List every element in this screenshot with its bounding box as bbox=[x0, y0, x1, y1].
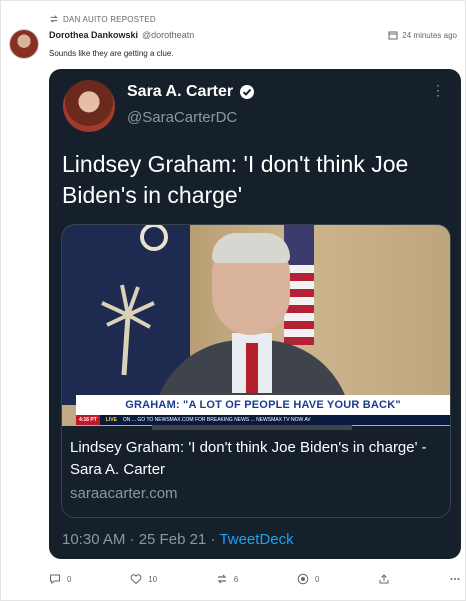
share-button[interactable] bbox=[378, 573, 390, 585]
heart-icon bbox=[130, 574, 142, 585]
like-count: 10 bbox=[148, 574, 158, 584]
views-count: 0 bbox=[315, 574, 320, 584]
views-icon bbox=[297, 573, 309, 585]
author-line: Dorothea Dankowski @dorotheatn bbox=[49, 30, 194, 40]
link-preview-card[interactable]: GRAHAM: "A LOT OF PEOPLE HAVE YOUR BACK"… bbox=[61, 224, 451, 518]
like-button[interactable]: 10 bbox=[130, 573, 157, 585]
verified-badge-icon bbox=[240, 85, 255, 99]
tweet-author-name: Sara A. Carter bbox=[127, 83, 234, 100]
repost-icon bbox=[50, 15, 58, 23]
more-actions-button[interactable] bbox=[449, 573, 461, 585]
more-icon bbox=[450, 578, 460, 580]
link-title[interactable]: Lindsey Graham: 'I don't think Joe Biden… bbox=[70, 437, 442, 481]
post-card: DAN AUITO REPOSTED Dorothea Dankowski @d… bbox=[0, 0, 466, 601]
tweet-text: Lindsey Graham: 'I don't think Joe Biden… bbox=[62, 151, 409, 208]
author-avatar[interactable] bbox=[9, 29, 39, 59]
author-name[interactable]: Dorothea Dankowski bbox=[49, 30, 138, 40]
timestamp-text: 24 minutes ago bbox=[402, 30, 457, 40]
calendar-icon bbox=[388, 31, 398, 40]
tweet-handle[interactable]: @SaraCarterDC bbox=[127, 109, 237, 126]
more-options-icon[interactable]: ⋮ bbox=[431, 83, 445, 97]
tweet-author[interactable]: Sara A. Carter bbox=[127, 83, 255, 101]
person-hair bbox=[212, 233, 290, 263]
comment-button[interactable]: 0 bbox=[49, 573, 71, 585]
tweet-time[interactable]: 10:30 AM · 25 Feb 21 · bbox=[62, 531, 215, 548]
author-handle[interactable]: @dorotheatn bbox=[142, 30, 194, 40]
post-timestamp[interactable]: 24 minutes ago bbox=[388, 30, 457, 40]
comment-icon bbox=[50, 574, 60, 584]
link-domain[interactable]: saraacarter.com bbox=[70, 485, 178, 502]
views-button[interactable]: 0 bbox=[297, 573, 319, 585]
tweet-meta: 10:30 AM · 25 Feb 21 · TweetDeck bbox=[62, 531, 294, 548]
post-text: Sounds like they are getting a clue. bbox=[49, 49, 174, 58]
repost-label: DAN AUITO REPOSTED bbox=[63, 14, 156, 24]
embedded-tweet[interactable]: Sara A. Carter @SaraCarterDC ⋮ Lindsey G… bbox=[49, 69, 461, 559]
ticker-live: LIVE bbox=[105, 417, 117, 423]
news-ticker: 4:16 PT LIVE ON ... GO TO NEWSMAX.COM FO… bbox=[76, 415, 450, 425]
comment-count: 0 bbox=[67, 574, 72, 584]
tweet-avatar[interactable] bbox=[63, 80, 115, 132]
news-chyron: GRAHAM: "A LOT OF PEOPLE HAVE YOUR BACK" bbox=[76, 395, 450, 415]
repost-count: 6 bbox=[233, 574, 239, 584]
share-icon bbox=[379, 574, 389, 584]
repost-indicator: DAN AUITO REPOSTED bbox=[49, 14, 156, 24]
ticker-text: ON ... GO TO NEWSMAX.COM FOR BREAKING NE… bbox=[122, 417, 311, 423]
person-tie bbox=[246, 343, 258, 393]
tweet-client[interactable]: TweetDeck bbox=[219, 531, 293, 548]
ticker-time: 4:16 PT bbox=[76, 415, 100, 425]
post-actions: 0 10 6 0 bbox=[49, 571, 461, 587]
repost-icon bbox=[217, 574, 227, 584]
repost-button[interactable]: 6 bbox=[216, 573, 238, 585]
preview-image: GRAHAM: "A LOT OF PEOPLE HAVE YOUR BACK"… bbox=[62, 225, 450, 430]
